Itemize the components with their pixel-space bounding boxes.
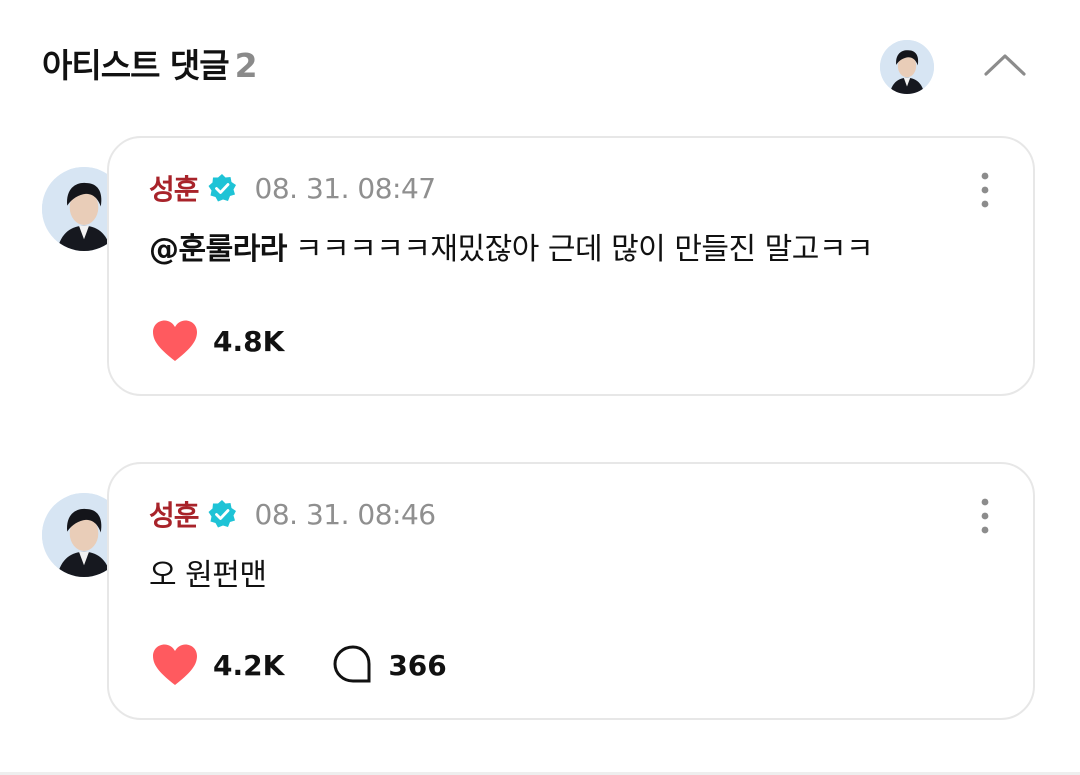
comment-count: 2 xyxy=(234,46,258,85)
comment-meta: 성훈 08. 31. 08:46 xyxy=(149,494,436,534)
verified-badge-icon xyxy=(208,500,236,528)
author-name[interactable]: 성훈 xyxy=(149,494,200,534)
comment-body: 오 원펀맨 xyxy=(149,550,267,594)
collapse-button[interactable] xyxy=(980,44,1030,84)
comment-timestamp: 08. 31. 08:47 xyxy=(254,171,437,205)
comment-actions: 4.8K xyxy=(151,316,284,366)
more-vertical-icon xyxy=(981,172,989,208)
heart-icon[interactable] xyxy=(151,319,199,363)
comment-card: 성훈 08. 31. 08:47 @훈룰라라 ㅋㅋㅋㅋㅋ재밌잖아 근데 많이 만들… xyxy=(107,136,1035,396)
comment-bubble-icon[interactable] xyxy=(332,644,374,686)
comment-text: ㅋㅋㅋㅋㅋ재밌잖아 근데 많이 만들진 말고ㅋㅋ xyxy=(294,232,874,267)
artist-avatar[interactable] xyxy=(880,40,934,94)
comment-card: 성훈 08. 31. 08:46 오 원펀맨 4.2K 366 xyxy=(107,462,1035,720)
more-vertical-icon xyxy=(981,498,989,534)
section-title: 아티스트 댓글 2 xyxy=(42,44,258,88)
like-count: 4.2K xyxy=(213,648,285,682)
verified-badge-icon xyxy=(208,174,236,202)
heart-icon[interactable] xyxy=(151,643,199,687)
comment-actions: 4.2K 366 xyxy=(151,640,447,690)
comment-text: 오 원펀맨 xyxy=(149,558,267,593)
avatar-image xyxy=(880,40,934,94)
section-title-label: 아티스트 댓글 xyxy=(42,46,230,85)
comment-body: @훈룰라라 ㅋㅋㅋㅋㅋ재밌잖아 근데 많이 만들진 말고ㅋㅋ xyxy=(149,224,874,268)
artist-comments-header: 아티스트 댓글 2 xyxy=(0,0,1080,130)
reply-count: 366 xyxy=(388,648,447,682)
mention-link[interactable]: @훈룰라라 xyxy=(149,232,287,267)
comment-timestamp: 08. 31. 08:46 xyxy=(254,497,437,531)
more-options-button[interactable] xyxy=(975,170,995,210)
author-name[interactable]: 성훈 xyxy=(149,168,200,208)
chevron-up-icon xyxy=(984,54,1026,76)
more-options-button[interactable] xyxy=(975,496,995,536)
like-count: 4.8K xyxy=(213,324,285,358)
comment-meta: 성훈 08. 31. 08:47 xyxy=(149,168,436,208)
